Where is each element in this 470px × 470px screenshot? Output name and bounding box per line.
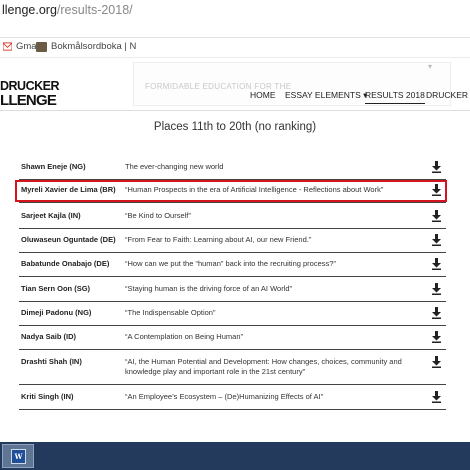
download-icon[interactable] bbox=[432, 161, 441, 173]
download-icon[interactable] bbox=[432, 258, 441, 270]
table-row: Drashti Shah (IN) “AI, the Human Potenti… bbox=[19, 351, 446, 385]
table-row: Nadya Saib (ID) “A Contemplation on Bein… bbox=[19, 326, 446, 350]
nav-essay-elements[interactable]: ESSAY ELEMENTS ▾ bbox=[285, 90, 367, 101]
taskbar: W bbox=[0, 442, 470, 470]
download-icon[interactable] bbox=[432, 283, 441, 295]
book-icon bbox=[36, 41, 47, 52]
participant-name: Dimeji Padonu (NG) bbox=[21, 308, 92, 317]
essay-title: “How can we put the “human” back into th… bbox=[125, 259, 336, 268]
download-icon[interactable] bbox=[432, 210, 441, 222]
url-text[interactable]: llenge.org/results-2018/ bbox=[2, 3, 133, 17]
participant-name: Nadya Saib (ID) bbox=[21, 332, 77, 341]
ghost-chevron-icon: ▾ bbox=[428, 62, 433, 71]
taskbar-word-button[interactable]: W bbox=[2, 444, 34, 468]
download-icon[interactable] bbox=[432, 331, 441, 343]
essay-title: “Staying human is the driving force of a… bbox=[125, 284, 293, 293]
essay-title: “From Fear to Faith: Learning about AI, … bbox=[125, 235, 312, 244]
address-bar[interactable]: llenge.org/results-2018/ bbox=[0, 0, 470, 38]
nav-essay-elements-label: ESSAY ELEMENTS bbox=[285, 90, 361, 100]
url-host: llenge.org bbox=[2, 3, 57, 17]
row-divider bbox=[19, 276, 446, 277]
participant-name: Oluwaseun Oguntade (DE) bbox=[21, 235, 116, 244]
participant-name: Kriti Singh (IN) bbox=[21, 392, 74, 401]
table-row: Tian Sern Oon (SG) “Staying human is the… bbox=[19, 278, 446, 302]
participant-name: Sarjeet Kajla (IN) bbox=[21, 211, 81, 220]
essay-title: “A Contemplation on Being Human” bbox=[125, 332, 243, 341]
essay-title: “Be Kind to Ourself” bbox=[125, 211, 191, 220]
participant-name: Tian Sern Oon (SG) bbox=[21, 284, 91, 293]
highlight-box bbox=[15, 180, 447, 202]
row-divider bbox=[19, 384, 446, 385]
table-row: Shawn Eneje (NG) The ever-changing new w… bbox=[19, 156, 446, 180]
participant-name: Babatunde Onabajo (DE) bbox=[21, 259, 110, 268]
participant-name: Drashti Shah (IN) bbox=[21, 357, 82, 366]
table-row: Oluwaseun Oguntade (DE) “From Fear to Fa… bbox=[19, 229, 446, 253]
table-row: Kriti Singh (IN) “An Employee’s Ecosyste… bbox=[19, 386, 446, 410]
row-divider bbox=[19, 202, 446, 203]
nav-home[interactable]: HOME bbox=[250, 90, 276, 100]
word-icon: W bbox=[11, 449, 26, 464]
table-row: Sarjeet Kajla (IN) “Be Kind to Ourself” bbox=[19, 205, 446, 229]
nav-results-2018[interactable]: RESULTS 2018 bbox=[365, 90, 425, 104]
nav-divider bbox=[0, 110, 470, 111]
essay-title: “AI, the Human Potential and Development… bbox=[125, 357, 402, 377]
essay-title: “An Employee’s Ecosystem – (De)Humanizin… bbox=[125, 392, 324, 401]
nav-drucker-forum[interactable]: DRUCKER FO bbox=[426, 90, 470, 100]
table-row: Babatunde Onabajo (DE) “How can we put t… bbox=[19, 253, 446, 277]
table-row: Dimeji Padonu (NG) “The Indispensable Op… bbox=[19, 302, 446, 326]
url-path: /results-2018/ bbox=[56, 3, 133, 17]
download-icon[interactable] bbox=[432, 234, 441, 246]
essay-title: The ever-changing new world bbox=[125, 162, 224, 171]
bookmark-bokmalsordboka[interactable]: Bokmålsordboka | N bbox=[36, 41, 136, 52]
essay-title: “The Indispensable Option” bbox=[125, 308, 216, 317]
download-icon[interactable] bbox=[432, 391, 441, 403]
bookmark-label: Bokmålsordboka | N bbox=[51, 41, 137, 52]
screenshot-root: { "browser": { "url_host": "llenge.org",… bbox=[0, 0, 470, 470]
participant-name: Shawn Eneje (NG) bbox=[21, 162, 86, 171]
download-icon[interactable] bbox=[432, 307, 441, 319]
gmail-icon bbox=[3, 42, 12, 51]
row-divider bbox=[19, 409, 446, 410]
download-icon[interactable] bbox=[432, 356, 441, 368]
page-heading: Places 11th to 20th (no ranking) bbox=[153, 121, 317, 133]
row-divider bbox=[19, 349, 446, 350]
main-nav: HOME ESSAY ELEMENTS ▾ RESULTS 2018 DRUCK… bbox=[0, 90, 470, 106]
bookmarks-bar: Gmail Bokmålsordboka | N bbox=[0, 38, 470, 58]
